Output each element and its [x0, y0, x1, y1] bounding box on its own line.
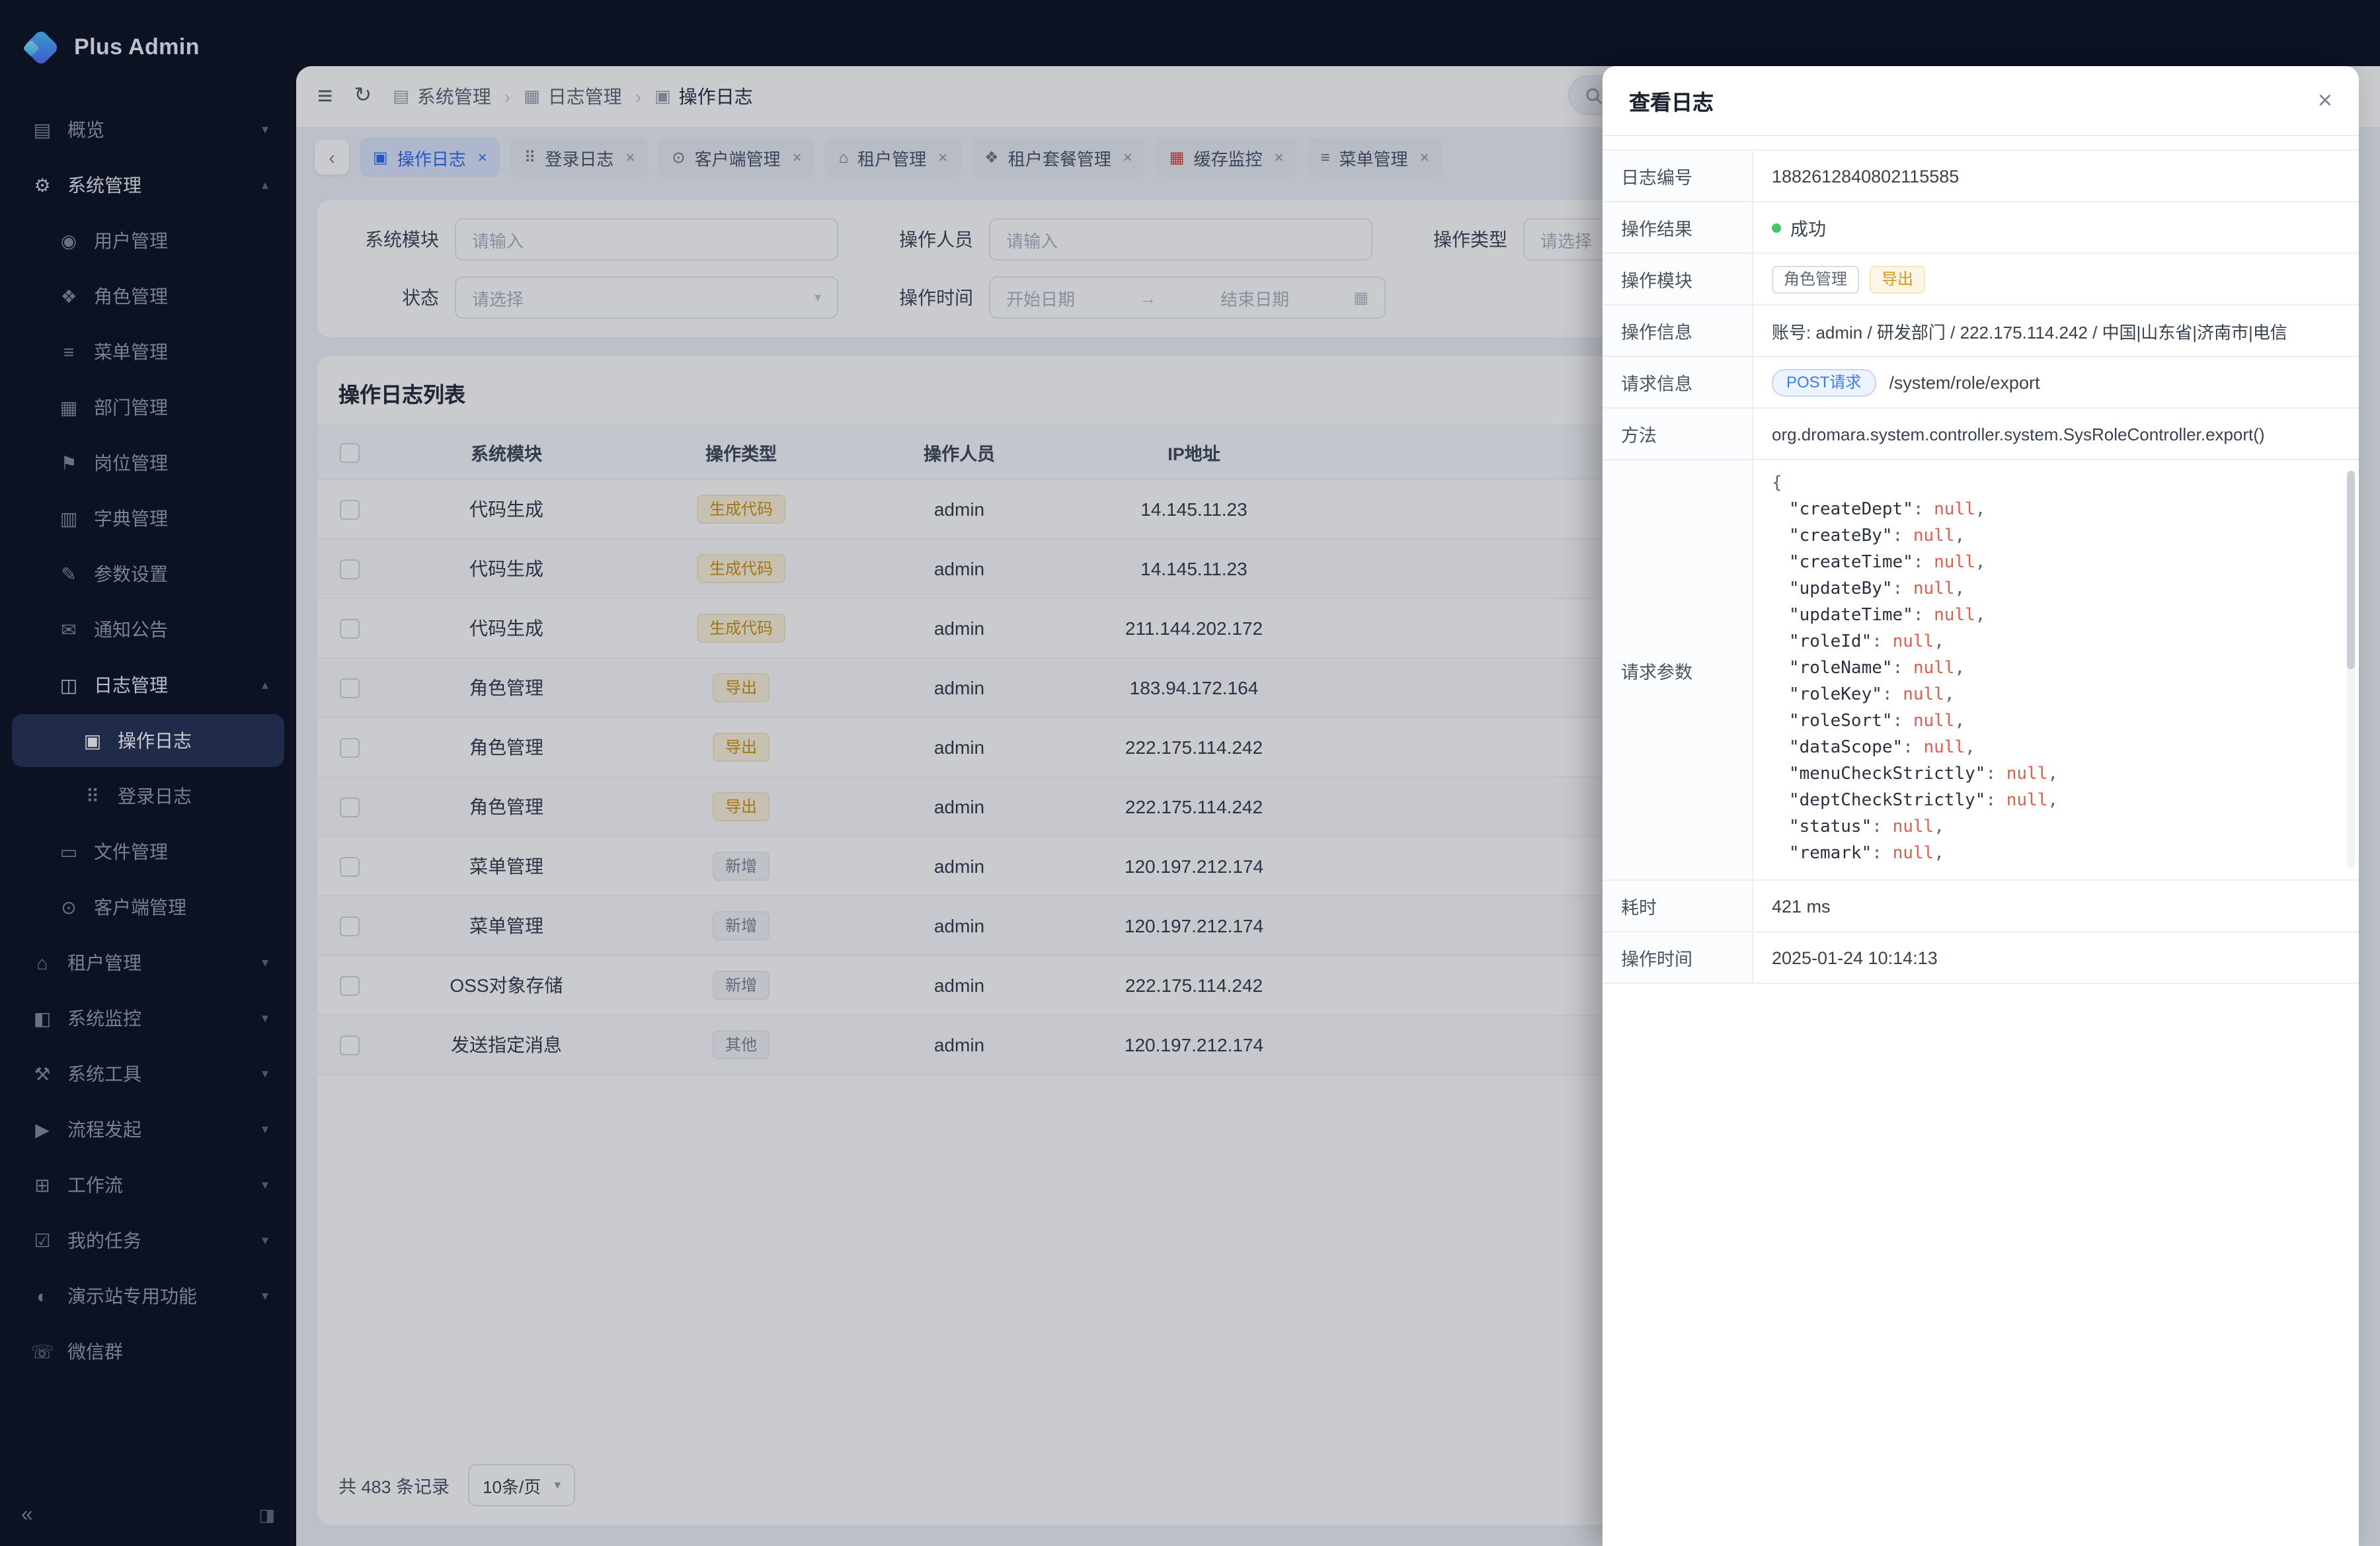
- drawer-body: 日志编号 1882612840802115585 操作结果 成功 操作模块 角色…: [1603, 136, 2359, 1546]
- code-line: "menuCheckStrictly": null,: [1772, 762, 2340, 788]
- detail-label: 操作结果: [1603, 202, 1753, 253]
- method-value: org.dromara.system.controller.system.Sys…: [1753, 409, 2359, 459]
- code-line: "updateBy": null,: [1772, 577, 2340, 603]
- operation-time-value: 2025-01-24 10:14:13: [1753, 932, 2359, 983]
- success-dot-icon: [1772, 223, 1781, 232]
- code-line: "dataScope": null,: [1772, 735, 2340, 762]
- detail-row-params: 请求参数 { "createDept": null,"createBy": nul…: [1603, 460, 2359, 881]
- detail-row-request: 请求信息 POST请求 /system/role/export: [1603, 357, 2359, 409]
- detail-row-method: 方法 org.dromara.system.controller.system.…: [1603, 409, 2359, 460]
- json-code-block: { "createDept": null,"createBy": null,"cr…: [1772, 471, 2340, 868]
- result-value: 成功: [1753, 202, 2359, 253]
- request-url: /system/role/export: [1889, 372, 2040, 392]
- operation-info-value: 账号: admin / 研发部门 / 222.175.114.242 / 中国|…: [1753, 305, 2359, 356]
- module-tag: 角色管理: [1772, 265, 1859, 293]
- code-line: "updateTime": null,: [1772, 603, 2340, 630]
- detail-row-info: 操作信息 账号: admin / 研发部门 / 222.175.114.242 …: [1603, 305, 2359, 357]
- code-scrollbar[interactable]: [2347, 471, 2355, 869]
- code-line: "roleId": null,: [1772, 630, 2340, 656]
- code-line: "createBy": null,: [1772, 524, 2340, 550]
- detail-row-log-id: 日志编号 1882612840802115585: [1603, 151, 2359, 202]
- log-detail-table: 日志编号 1882612840802115585 操作结果 成功 操作模块 角色…: [1603, 149, 2359, 984]
- code-line: "roleSort": null,: [1772, 709, 2340, 735]
- detail-label: 日志编号: [1603, 151, 1753, 201]
- code-line: "roleKey": null,: [1772, 682, 2340, 709]
- app-root: Plus Admin ▤概览▾⚙系统管理▴◉用户管理❖角色管理≡菜单管理▦部门管…: [0, 0, 2380, 1546]
- close-icon[interactable]: ×: [2318, 88, 2332, 113]
- detail-label: 请求参数: [1603, 460, 1753, 879]
- code-brace: {: [1772, 473, 1782, 493]
- detail-label: 操作模块: [1603, 254, 1753, 304]
- code-scrollbar-thumb[interactable]: [2347, 471, 2355, 669]
- operation-type-tag: 导出: [1870, 265, 1925, 293]
- request-info-value: POST请求 /system/role/export: [1753, 357, 2359, 407]
- drawer-title: 查看日志: [1629, 85, 1714, 116]
- code-line: "createDept": null,: [1772, 497, 2340, 524]
- detail-label: 操作时间: [1603, 932, 1753, 983]
- code-line: "createTime": null,: [1772, 550, 2340, 577]
- log-id-value: 1882612840802115585: [1753, 151, 2359, 201]
- detail-label: 操作信息: [1603, 305, 1753, 356]
- request-params-value: { "createDept": null,"createBy": null,"cr…: [1753, 460, 2359, 879]
- code-line: "remark": null,: [1772, 841, 2340, 868]
- detail-row-module: 操作模块 角色管理 导出: [1603, 254, 2359, 305]
- result-text: 成功: [1790, 214, 1826, 241]
- drawer-header: 查看日志 ×: [1603, 66, 2359, 136]
- duration-value: 421 ms: [1753, 881, 2359, 931]
- detail-label: 方法: [1603, 409, 1753, 459]
- detail-label: 耗时: [1603, 881, 1753, 931]
- code-line: "status": null,: [1772, 815, 2340, 841]
- detail-row-time: 操作时间 2025-01-24 10:14:13: [1603, 932, 2359, 984]
- detail-row-duration: 耗时 421 ms: [1603, 881, 2359, 932]
- detail-label: 请求信息: [1603, 357, 1753, 407]
- module-tags: 角色管理 导出: [1753, 254, 2359, 304]
- post-method-tag: POST请求: [1772, 368, 1876, 396]
- view-log-drawer: 查看日志 × 日志编号 1882612840802115585 操作结果 成功 …: [1603, 66, 2359, 1546]
- detail-row-result: 操作结果 成功: [1603, 202, 2359, 254]
- code-line: "deptCheckStrictly": null,: [1772, 788, 2340, 815]
- code-line: "roleName": null,: [1772, 656, 2340, 682]
